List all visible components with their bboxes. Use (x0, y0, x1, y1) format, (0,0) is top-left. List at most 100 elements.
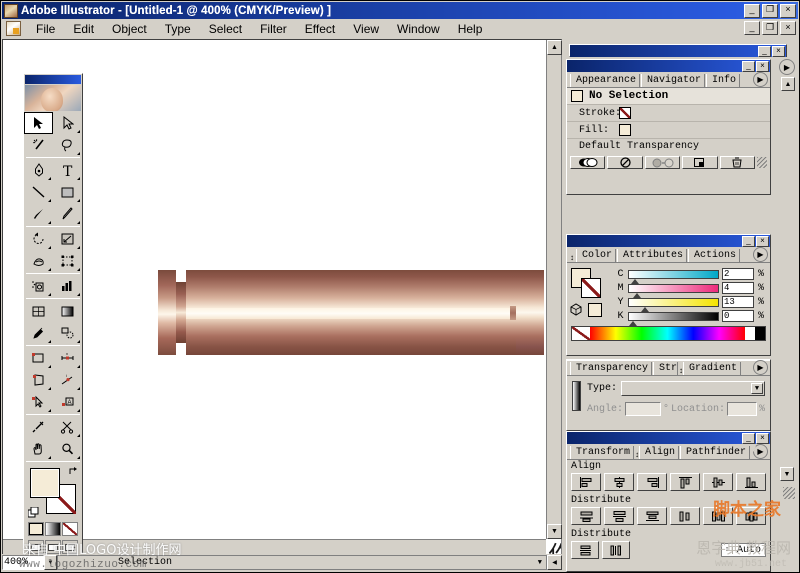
fill-color-mode-button[interactable] (28, 522, 44, 536)
collapsed-panel-minimize-button[interactable]: _ (758, 45, 771, 57)
fill-none-mode-button[interactable] (62, 522, 78, 536)
distribute-horizontal-center-button[interactable] (703, 507, 733, 525)
gradient-tool[interactable] (53, 300, 82, 322)
doc-close-button[interactable]: × (780, 21, 796, 35)
tab-info[interactable]: Info (706, 74, 747, 87)
delete-item-button[interactable] (719, 156, 756, 169)
color-spectrum-bar[interactable] (571, 326, 766, 341)
gradient-type-select[interactable]: ▼ (620, 381, 765, 396)
artboard[interactable]: 删除制作 (3, 40, 561, 554)
slider-y[interactable]: Y 13 % (613, 295, 768, 312)
reduce-to-basic-appearance-button[interactable] (644, 156, 681, 169)
slider-k-value[interactable]: 0 (722, 310, 754, 322)
zoom-dropdown-arrow-icon[interactable]: ▼ (44, 555, 57, 570)
color-close-button[interactable]: × (756, 235, 769, 247)
free-transform-tool[interactable] (53, 250, 82, 272)
hand-tool[interactable] (24, 438, 53, 460)
appearance-panel-titlebar[interactable]: _ × (567, 60, 770, 72)
color-panel-titlebar[interactable]: _ × (567, 235, 770, 247)
panel-resize-grip[interactable] (757, 157, 768, 168)
tab-gradient[interactable]: Gradient (683, 362, 748, 375)
tab-actions[interactable]: Actions (688, 249, 747, 262)
align-left-button[interactable] (571, 473, 601, 491)
panel-dock-scroll-up-icon[interactable]: ▲ (781, 77, 795, 91)
distribute-top-button[interactable] (571, 507, 601, 525)
align-minimize-button[interactable]: _ (742, 432, 755, 444)
tab-align[interactable]: Align (639, 446, 686, 459)
align-right-button[interactable] (637, 473, 667, 491)
status-tool-field[interactable]: Selection ▼ (57, 555, 547, 570)
selection-tool[interactable] (24, 112, 53, 134)
direct-selection-tool[interactable] (53, 112, 82, 134)
appearance-close-button[interactable]: × (756, 60, 769, 72)
doc-minimize-button[interactable]: _ (744, 21, 760, 35)
align-horizontal-center-button[interactable] (604, 473, 634, 491)
menu-filter[interactable]: Filter (251, 20, 296, 38)
slider-c[interactable]: C 2 % (613, 267, 768, 284)
tab-stroke[interactable]: Stroke (653, 362, 680, 375)
align-panel[interactable]: _ × Transform ↕ Align Pathfinder ▶ Align… (566, 431, 771, 572)
magic-wand-tool[interactable] (24, 134, 53, 156)
canvas-vertical-scrollbar[interactable]: ▲ ▼ (546, 40, 562, 539)
slider-y-track[interactable] (628, 297, 719, 312)
duplicate-item-button[interactable] (682, 156, 718, 169)
spectrum-black-swatch[interactable] (755, 327, 765, 340)
clear-appearance-button[interactable] (607, 156, 643, 169)
slice-tool[interactable] (24, 347, 53, 369)
menu-file[interactable]: File (27, 20, 64, 38)
tab-transparency[interactable]: Transparency (570, 362, 659, 375)
slider-m-track[interactable] (628, 283, 719, 298)
reshape-tool[interactable] (24, 391, 53, 413)
slider-m-value[interactable]: 4 (722, 282, 754, 294)
toolbox-palette[interactable]: T x i A (23, 73, 83, 559)
full-screen-mode-button[interactable] (62, 540, 78, 554)
appearance-stroke-row[interactable]: Stroke: (567, 105, 770, 122)
align-close-button[interactable]: × (756, 432, 769, 444)
fill-swatch[interactable] (30, 468, 60, 498)
mesh-tool[interactable] (24, 300, 53, 322)
distribute-right-button[interactable] (736, 507, 766, 525)
rectangle-tool[interactable] (53, 181, 82, 203)
align-top-button[interactable] (670, 473, 700, 491)
symbol-sprayer-tool[interactable] (24, 275, 53, 297)
warp-tool[interactable] (24, 250, 53, 272)
color-stroke-proxy-swatch[interactable] (581, 278, 601, 298)
status-left-arrow-icon[interactable]: ◀ (547, 555, 562, 570)
tab-attributes[interactable]: Attributes (617, 249, 694, 262)
align-vertical-center-button[interactable] (703, 473, 733, 491)
menu-effect[interactable]: Effect (296, 20, 344, 38)
menu-object[interactable]: Object (103, 20, 156, 38)
graph-point-tool[interactable]: i (53, 369, 82, 391)
appearance-panel-menu-icon[interactable]: ▶ (753, 72, 768, 87)
distribute-vertical-center-button[interactable] (604, 507, 634, 525)
scroll-down-arrow[interactable]: ▼ (547, 524, 562, 539)
tab-transform[interactable]: Transform (570, 446, 641, 459)
eyedropper-tool[interactable] (24, 322, 53, 344)
dock-scroll-down-icon[interactable]: ▼ (780, 467, 794, 481)
slider-m[interactable]: M 4 % (613, 281, 768, 298)
spacing-stepper-icon[interactable]: ↕ (722, 546, 733, 554)
line-segment-tool[interactable] (24, 181, 53, 203)
menu-help[interactable]: Help (449, 20, 492, 38)
spectrum-white-swatch[interactable] (745, 327, 755, 340)
spectrum-ramp[interactable] (590, 327, 745, 340)
tab-appearance[interactable]: Appearance (570, 74, 647, 87)
align-bottom-button[interactable] (736, 473, 766, 491)
scissors-tool[interactable] (53, 416, 82, 438)
default-fill-stroke-icon[interactable] (27, 506, 39, 518)
close-button[interactable]: × (780, 3, 796, 18)
new-art-basic-appearance-button[interactable] (570, 156, 606, 169)
status-dropdown-arrow-icon[interactable]: ▼ (538, 559, 546, 567)
full-screen-with-menu-button[interactable] (45, 540, 61, 554)
swap-fill-stroke-icon[interactable] (68, 466, 78, 476)
spectrum-none-swatch[interactable] (572, 327, 590, 340)
document-workspace[interactable]: 删除制作 ▲ ▼ (2, 39, 562, 555)
collapsed-panel-close-button[interactable]: × (772, 45, 785, 57)
paintbrush-tool[interactable] (24, 203, 53, 225)
appearance-fill-row[interactable]: Fill: (567, 122, 770, 139)
menu-type[interactable]: Type (156, 20, 200, 38)
type-tool[interactable]: T (53, 159, 82, 181)
gradient-location-input[interactable] (726, 402, 757, 416)
canvas-horizontal-scrollbar[interactable] (3, 539, 546, 554)
zoom-level-field[interactable]: 400% (2, 555, 44, 570)
